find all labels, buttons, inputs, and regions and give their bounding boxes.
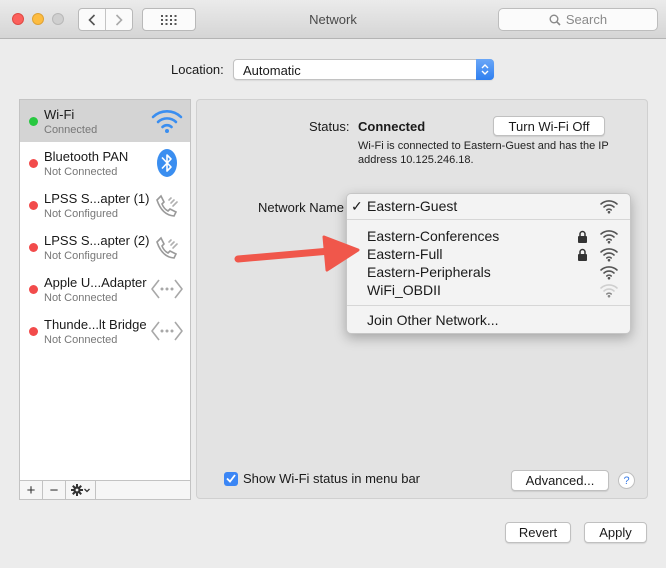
service-item-wifi[interactable]: Wi-Fi Connected xyxy=(20,100,190,142)
wifi-icon xyxy=(149,105,185,137)
location-value: Automatic xyxy=(243,63,301,78)
service-item-thunderbolt-bridge[interactable]: Thunde...lt Bridge Not Connected xyxy=(20,310,190,352)
status-dot xyxy=(29,285,38,294)
show-wifi-status-label: Show Wi-Fi status in menu bar xyxy=(243,471,421,486)
wifi-signal-icon xyxy=(600,230,618,244)
location-label: Location: xyxy=(171,62,224,77)
network-name-label: Network Name xyxy=(258,200,344,215)
network-label: Eastern-Conferences xyxy=(367,228,500,244)
search-placeholder: Search xyxy=(565,12,608,27)
show-wifi-status-option[interactable]: Show Wi-Fi status in menu bar xyxy=(224,471,420,486)
menu-item-eastern-peripherals[interactable]: Eastern-Peripherals xyxy=(347,264,630,282)
show-wifi-status-checkbox[interactable] xyxy=(224,471,238,486)
lock-icon xyxy=(578,230,587,243)
status-description: Wi-Fi is connected to Eastern-Guest and … xyxy=(358,140,609,166)
updown-chevron-icon xyxy=(481,64,489,75)
menu-item-join-other-network[interactable]: Join Other Network... xyxy=(347,312,630,330)
service-list: Wi-Fi Connected Bluetooth PAN Not Connec… xyxy=(19,99,191,500)
phone-icon xyxy=(149,189,185,221)
service-item-bluetooth-pan[interactable]: Bluetooth PAN Not Connected xyxy=(20,142,190,184)
title-bar: Network Search xyxy=(0,0,666,39)
lock-icon xyxy=(578,248,587,261)
service-name: Wi-Fi xyxy=(44,107,75,122)
remove-service-button[interactable]: − xyxy=(43,481,66,499)
gear-icon xyxy=(70,484,90,496)
network-label: Eastern-Peripherals xyxy=(367,264,491,280)
action-menu-button[interactable] xyxy=(66,481,96,499)
service-item-lpss-adapter-1[interactable]: LPSS S...apter (1) Not Configured xyxy=(20,184,190,226)
menu-item-eastern-conferences[interactable]: Eastern-Conferences xyxy=(347,228,630,246)
checkmark-icon xyxy=(226,474,236,483)
menu-separator xyxy=(347,219,630,220)
apply-button[interactable]: Apply xyxy=(584,522,647,543)
status-dot xyxy=(29,327,38,336)
service-item-lpss-adapter-2[interactable]: LPSS S...apter (2) Not Configured xyxy=(20,226,190,268)
checkmark-icon: ✓ xyxy=(351,198,363,214)
menu-item-eastern-guest[interactable]: ✓ Eastern-Guest xyxy=(347,198,630,216)
network-label: WiFi_OBDII xyxy=(367,282,441,298)
service-name: Thunde...lt Bridge xyxy=(44,317,147,332)
ethernet-icon xyxy=(149,315,185,347)
service-list-toolbar: + − xyxy=(20,480,190,499)
service-status: Not Configured xyxy=(44,250,118,262)
menu-item-eastern-full[interactable]: Eastern-Full xyxy=(347,246,630,264)
status-dot xyxy=(29,243,38,252)
service-status: Not Connected xyxy=(44,334,118,346)
wifi-signal-icon xyxy=(600,200,618,214)
help-button[interactable]: ? xyxy=(618,472,635,489)
turn-wifi-off-button[interactable]: Turn Wi-Fi Off xyxy=(493,116,605,136)
advanced-button[interactable]: Advanced... xyxy=(511,470,609,491)
wifi-signal-weak-icon xyxy=(600,284,618,298)
wifi-signal-icon xyxy=(600,266,618,280)
menu-item-wifi-obdii[interactable]: WiFi_OBDII xyxy=(347,282,630,300)
status-label: Status: xyxy=(309,119,350,134)
status-dot xyxy=(29,201,38,210)
status-dot xyxy=(29,117,38,126)
service-name: LPSS S...apter (1) xyxy=(44,191,150,206)
ethernet-icon xyxy=(149,273,185,305)
status-value: Connected xyxy=(358,119,426,134)
search-field[interactable]: Search xyxy=(498,8,658,31)
bluetooth-icon xyxy=(149,147,185,179)
wifi-signal-icon xyxy=(600,248,618,262)
service-status: Not Connected xyxy=(44,166,118,178)
red-arrow-annotation xyxy=(234,235,360,272)
network-label: Eastern-Full xyxy=(367,246,443,262)
location-stepper xyxy=(476,59,494,80)
service-status: Not Configured xyxy=(44,208,118,220)
network-name-dropdown-menu: ✓ Eastern-Guest Eastern-Conferences East… xyxy=(346,193,631,334)
revert-button[interactable]: Revert xyxy=(505,522,571,543)
location-select[interactable]: Automatic xyxy=(233,59,494,80)
network-label: Eastern-Guest xyxy=(367,198,458,214)
menu-separator xyxy=(347,305,630,306)
add-service-button[interactable]: + xyxy=(20,481,43,499)
service-status: Not Connected xyxy=(44,292,118,304)
phone-icon xyxy=(149,231,185,263)
service-status: Connected xyxy=(44,124,98,136)
service-name: LPSS S...apter (2) xyxy=(44,233,150,248)
service-item-apple-usb-adapter[interactable]: Apple U...Adapter Not Connected xyxy=(20,268,190,310)
service-name: Apple U...Adapter xyxy=(44,275,147,290)
join-other-label: Join Other Network... xyxy=(367,312,499,328)
network-preferences-window: Network Search Location: Automatic Wi-Fi… xyxy=(0,0,666,568)
service-name: Bluetooth PAN xyxy=(44,149,129,164)
search-icon xyxy=(549,14,561,26)
status-dot xyxy=(29,159,38,168)
